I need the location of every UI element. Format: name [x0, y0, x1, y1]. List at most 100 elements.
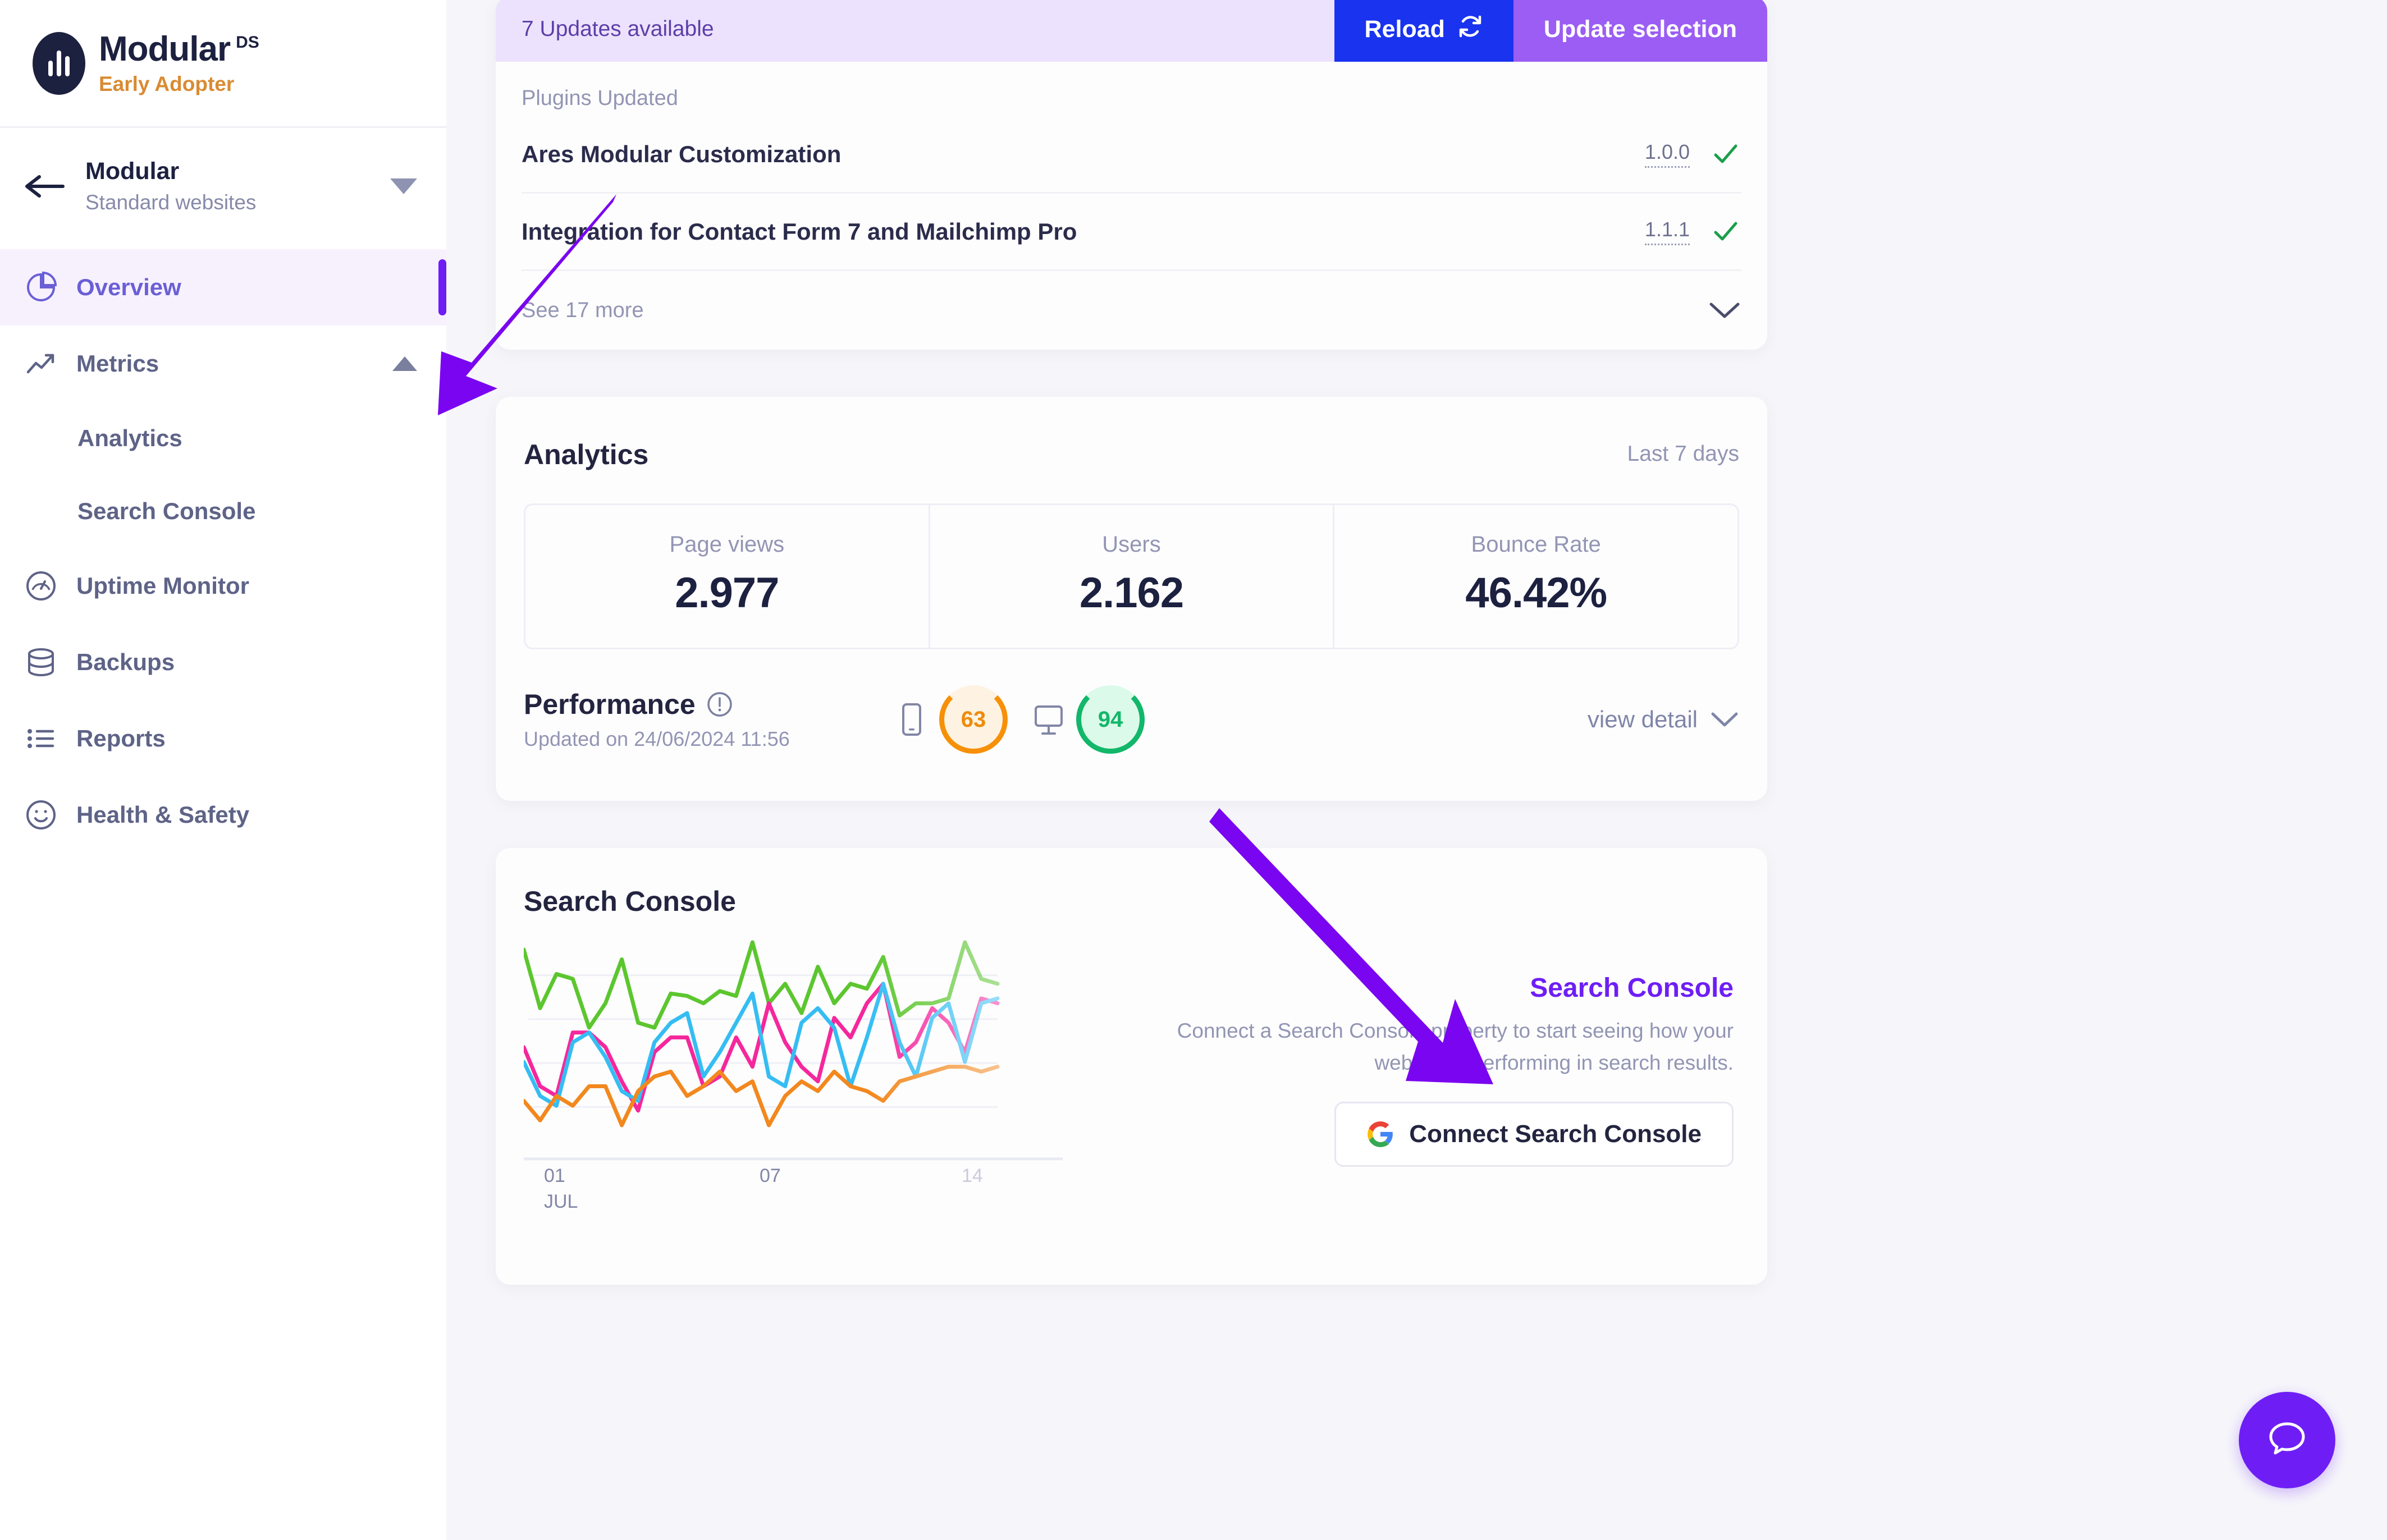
page-title: Analytics	[524, 439, 649, 470]
sidebar: Modular DS Early Adopter Modular Standar…	[0, 0, 446, 1540]
x-tick-label: 01	[544, 1165, 565, 1186]
brand-superscript: DS	[236, 33, 259, 52]
sidebar-item-backups[interactable]: Backups	[0, 624, 446, 700]
view-detail-label: view detail	[1587, 706, 1698, 732]
kpi-label: Users	[1102, 532, 1161, 557]
sidebar-item-label: Health & Safety	[76, 801, 250, 828]
kpi-users: Users 2.162	[930, 505, 1335, 648]
update-selection-button[interactable]: Update selection	[1513, 0, 1767, 62]
x-tick-label: 14	[962, 1165, 983, 1186]
sidebar-item-analytics[interactable]: Analytics	[0, 402, 446, 475]
plugin-version[interactable]: 1.1.1	[1644, 218, 1690, 245]
sidebar-item-label: Reports	[76, 725, 166, 751]
analytics-header: Analytics Last 7 days	[496, 397, 1767, 471]
brand-name-row: Modular DS	[99, 32, 259, 67]
performance-info: Performance Updated on 24/06/2024 11:56	[524, 688, 894, 751]
performance-title-line: Performance	[524, 688, 894, 721]
sidebar-item-label: Analytics	[77, 425, 182, 451]
x-tick: 07	[760, 1163, 781, 1189]
kpi-value: 2.977	[675, 569, 779, 617]
kpi-value: 2.162	[1079, 569, 1184, 617]
chevron-down-icon	[1710, 711, 1739, 728]
back-arrow-icon[interactable]	[22, 172, 65, 200]
chart-series-position	[524, 1065, 1000, 1128]
plugin-name: Integration for Contact Form 7 and Mailc…	[522, 218, 1077, 245]
trending-up-icon	[24, 346, 58, 381]
x-tick-label: 07	[760, 1165, 781, 1186]
see-more-label: See 17 more	[522, 298, 644, 322]
table-row[interactable]: Integration for Contact Form 7 and Mailc…	[522, 194, 1741, 271]
plugins-updated-label: Plugins Updated	[522, 86, 678, 110]
brand-badge: Early Adopter	[99, 72, 235, 95]
google-g-icon	[1366, 1120, 1394, 1148]
performance-title: Performance	[524, 689, 696, 720]
mobile-performance-score: 63	[939, 685, 1008, 754]
search-console-card: Search Console 01 JUL 07 14 Search Conso…	[496, 848, 1767, 1285]
sidebar-item-label: Backups	[76, 649, 175, 675]
refresh-icon	[1457, 13, 1483, 45]
kpi-grid: Page views 2.977 Users 2.162 Bounce Rate…	[524, 503, 1739, 649]
chevron-down-icon[interactable]	[1708, 300, 1741, 321]
app-root: Modular DS Early Adopter Modular Standar…	[0, 0, 2387, 1540]
connect-search-console-label: Connect Search Console	[1409, 1120, 1702, 1148]
kpi-label: Page views	[669, 532, 785, 557]
search-console-cta-desc: Connect a Search Console property to sta…	[1177, 1019, 1734, 1075]
reload-label: Reload	[1364, 15, 1445, 43]
kpi-label: Bounce Rate	[1471, 532, 1601, 557]
smiley-icon	[24, 797, 58, 832]
search-console-body: 01 JUL 07 14 Search Console Connect a Se…	[496, 918, 1767, 1231]
performance-row: Performance Updated on 24/06/2024 11:56 …	[496, 649, 1767, 801]
sidebar-item-label: Search Console	[77, 498, 256, 524]
updates-card: 7 Updates available Reload Update select…	[496, 0, 1767, 350]
sidebar-nav: Overview Metrics Analytics Search Consol…	[0, 245, 446, 853]
search-console-cta-title: Search Console	[1530, 973, 1734, 1003]
site-subtitle: Standard websites	[85, 190, 257, 214]
list-icon	[24, 721, 58, 756]
brand-name: Modular	[99, 30, 231, 68]
chart-series-impressions	[524, 940, 1000, 1030]
site-info: Modular Standard websites	[85, 157, 370, 216]
see-more-button[interactable]: See 17 more	[522, 271, 1741, 350]
table-row[interactable]: Ares Modular Customization 1.0.0	[522, 116, 1741, 194]
kpi-page-views: Page views 2.977	[525, 505, 930, 648]
sidebar-item-label: Metrics	[76, 350, 159, 377]
kpi-value: 46.42%	[1465, 569, 1607, 617]
analytics-range: Last 7 days	[1627, 442, 1739, 466]
sidebar-item-overview[interactable]: Overview	[0, 249, 446, 326]
brand-text: Modular DS Early Adopter	[99, 32, 259, 95]
search-console-title: Search Console	[524, 886, 736, 917]
gauge-icon	[24, 569, 58, 603]
x-tick: 01 JUL	[544, 1163, 578, 1215]
update-selection-label: Update selection	[1543, 15, 1737, 43]
sidebar-item-search-console[interactable]: Search Console	[0, 475, 446, 548]
site-name: Modular	[85, 158, 180, 185]
analytics-card: Analytics Last 7 days Page views 2.977 U…	[496, 397, 1767, 801]
chat-bubble-button[interactable]	[2239, 1392, 2335, 1488]
chat-bubble-icon	[2263, 1416, 2311, 1464]
plugin-version[interactable]: 1.0.0	[1644, 140, 1690, 168]
info-circle-icon[interactable]	[707, 691, 733, 717]
sidebar-item-label: Uptime Monitor	[76, 572, 249, 599]
sidebar-item-health-safety[interactable]: Health & Safety	[0, 777, 446, 853]
chevron-up-icon[interactable]	[392, 356, 417, 371]
search-console-cta: Search Console Connect a Search Console …	[1116, 918, 1739, 1167]
x-tick: 14	[962, 1163, 983, 1189]
sidebar-item-uptime-monitor[interactable]: Uptime Monitor	[0, 548, 446, 624]
site-switcher[interactable]: Modular Standard websites	[0, 128, 446, 245]
updates-banner: 7 Updates available Reload Update select…	[496, 0, 1767, 62]
x-tick-sublabel: JUL	[544, 1190, 578, 1212]
search-console-chart: 01 JUL 07 14	[524, 937, 1116, 1231]
reload-button[interactable]: Reload	[1334, 0, 1513, 62]
check-icon	[1710, 139, 1741, 170]
performance-updated: Updated on 24/06/2024 11:56	[524, 727, 790, 750]
sidebar-item-label: Overview	[76, 274, 181, 300]
chart-svg	[524, 940, 1063, 1161]
view-detail-button[interactable]: view detail	[1588, 706, 1739, 733]
connect-search-console-button[interactable]: Connect Search Console	[1334, 1101, 1734, 1167]
sidebar-item-metrics[interactable]: Metrics	[0, 326, 446, 402]
kpi-bounce-rate: Bounce Rate 46.42%	[1334, 505, 1737, 648]
brand-header: Modular DS Early Adopter	[0, 0, 446, 128]
main-content: 7 Updates available Reload Update select…	[446, 0, 2387, 1540]
chevron-down-icon[interactable]	[390, 178, 417, 194]
sidebar-item-reports[interactable]: Reports	[0, 700, 446, 777]
